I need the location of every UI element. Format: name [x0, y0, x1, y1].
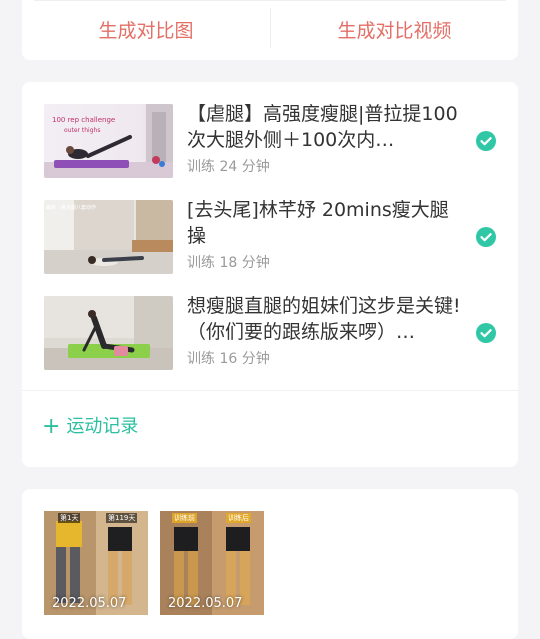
- thumbnail-caption: 幽默｜瘦大腿八套动作: [46, 204, 96, 211]
- photo-day-label: 训练前: [172, 513, 197, 523]
- workout-title: [去头尾]林芊妤 20mins瘦大腿操: [187, 199, 449, 247]
- workout-list-card: 100 rep challenge outer thighs 【虐腿】高强度瘦腿…: [22, 82, 518, 467]
- progress-photo[interactable]: 第1天 第119天 2022.05.07: [44, 511, 148, 615]
- workout-thumbnail: 幽默｜瘦大腿八套动作: [44, 200, 173, 274]
- progress-photo[interactable]: 训练前 训练后 2022.05.07: [160, 511, 264, 615]
- plus-icon: +: [42, 414, 61, 439]
- workout-title: 【虐腿】高强度瘦腿|普拉提100次大腿外侧＋100次内…: [187, 103, 458, 151]
- progress-photos-card: 第1天 第119天 2022.05.07 训练前 训练后 2022.05.07: [22, 489, 518, 639]
- generate-compare-image-button[interactable]: 生成对比图: [22, 16, 270, 46]
- divider: [34, 0, 506, 1]
- photo-date: 2022.05.07: [52, 596, 127, 611]
- photo-day-label: 第1天: [58, 513, 81, 523]
- workout-item[interactable]: 幽默｜瘦大腿八套动作 [去头尾]林芊妤 20mins瘦大腿操 训练 18 分钟: [44, 199, 496, 276]
- workout-duration: 训练 24 分钟: [187, 159, 270, 175]
- photo-day-label: 训练后: [226, 513, 251, 523]
- photo-day-label: 第119天: [106, 513, 138, 523]
- check-circle-icon: [476, 323, 496, 343]
- workout-duration: 训练 18 分钟: [187, 255, 270, 271]
- thumbnail-caption: outer thighs: [64, 127, 100, 134]
- add-record-label: 运动记录: [66, 416, 139, 437]
- compare-actions-card: 生成对比图 生成对比视频: [22, 0, 518, 60]
- workout-item[interactable]: 想瘦腿直腿的姐妹们这步是关键!（你们要的跟练版来啰）… 训练 16 分钟: [44, 295, 496, 372]
- add-workout-record-button[interactable]: + 运动记录: [42, 413, 138, 441]
- workout-item[interactable]: 100 rep challenge outer thighs 【虐腿】高强度瘦腿…: [44, 103, 496, 180]
- thumbnail-caption: 100 rep challenge: [52, 116, 115, 124]
- check-circle-icon: [476, 131, 496, 151]
- generate-compare-video-button[interactable]: 生成对比视频: [271, 16, 518, 46]
- check-circle-icon: [476, 227, 496, 247]
- workout-thumbnail: 100 rep challenge outer thighs: [44, 104, 173, 178]
- workout-thumbnail: [44, 296, 173, 370]
- workout-title: 想瘦腿直腿的姐妹们这步是关键!（你们要的跟练版来啰）…: [187, 295, 461, 343]
- divider: [22, 390, 518, 391]
- photo-date: 2022.05.07: [168, 596, 243, 611]
- workout-duration: 训练 16 分钟: [187, 351, 270, 367]
